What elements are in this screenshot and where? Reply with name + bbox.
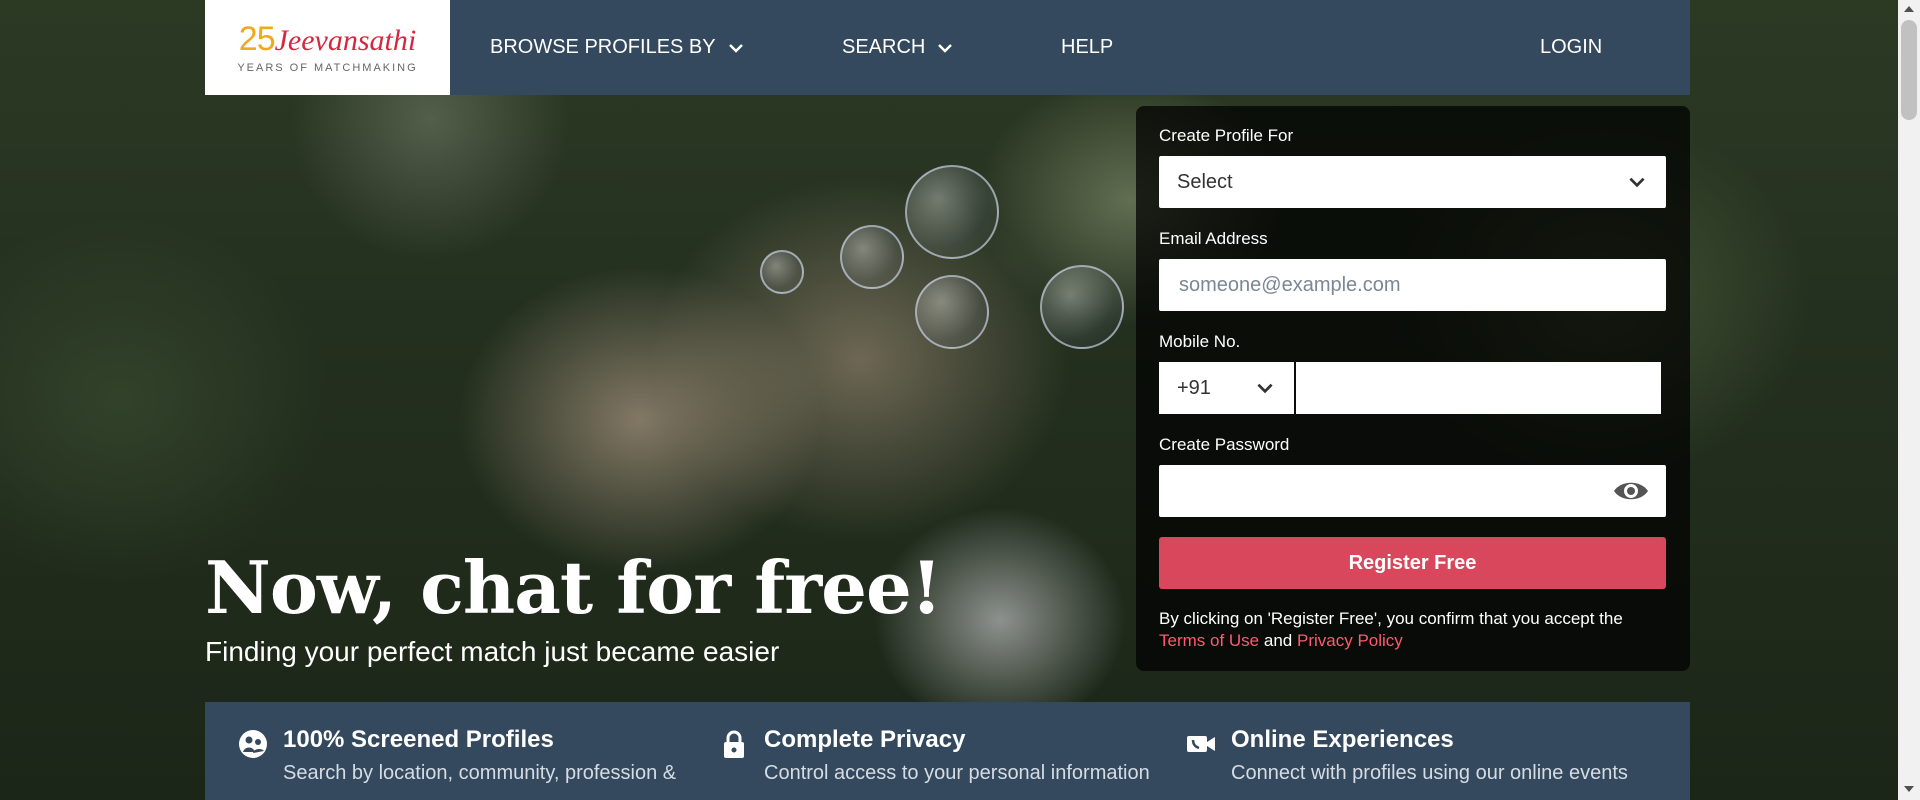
- feature-description: Search by location, community, professio…: [283, 762, 677, 784]
- country-code-select[interactable]: +91: [1159, 362, 1294, 414]
- profile-for-label: Create Profile For: [1159, 126, 1294, 145]
- bubble-decoration: [760, 250, 804, 294]
- lock-icon: [724, 730, 744, 758]
- mobile-number-field[interactable]: [1296, 362, 1661, 414]
- feature-description: Control access to your personal informat…: [764, 762, 1150, 784]
- screened-profiles-icon: [239, 730, 267, 758]
- feature-title: 100% Screened Profiles: [283, 726, 554, 753]
- feature-description: Connect with profiles using our online e…: [1231, 762, 1628, 784]
- chevron-down-icon: [1257, 383, 1273, 394]
- top-navigation-bar: 25 Jeevansathi YEARS OF MATCHMAKING BROW…: [205, 0, 1690, 95]
- feature-title: Online Experiences: [1231, 726, 1454, 753]
- nav-help[interactable]: HELP: [1061, 36, 1113, 59]
- email-field[interactable]: [1177, 272, 1648, 298]
- chevron-down-icon: [938, 43, 953, 53]
- mobile-label: Mobile No.: [1159, 332, 1241, 351]
- register-free-button[interactable]: Register Free: [1159, 537, 1666, 589]
- logo-wordmark: 25 Jeevansathi: [239, 22, 416, 56]
- feature-title: Complete Privacy: [764, 726, 966, 753]
- chevron-down-icon: [728, 43, 743, 53]
- chevron-down-icon: [1629, 177, 1645, 188]
- scroll-up-arrow-icon[interactable]: [1904, 6, 1914, 12]
- terms-of-use-link[interactable]: Terms of Use: [1159, 631, 1259, 650]
- nav-help-label: HELP: [1061, 36, 1114, 58]
- features-strip: 100% Screened Profiles Search by locatio…: [205, 702, 1690, 800]
- logo-number: 25: [238, 19, 276, 58]
- eye-icon[interactable]: [1612, 477, 1650, 505]
- email-label: Email Address: [1159, 229, 1268, 248]
- bubble-decoration: [915, 275, 989, 349]
- feature-online-experiences: Online Experiences Connect with profiles…: [1185, 726, 1631, 785]
- password-label: Create Password: [1159, 435, 1290, 454]
- password-field[interactable]: [1159, 465, 1666, 517]
- profile-for-select[interactable]: Select: [1159, 156, 1666, 208]
- privacy-policy-link[interactable]: Privacy Policy: [1297, 631, 1403, 650]
- site-logo[interactable]: 25 Jeevansathi YEARS OF MATCHMAKING: [205, 0, 450, 95]
- scroll-thumb[interactable]: [1901, 20, 1917, 120]
- feature-screened-profiles: 100% Screened Profiles Search by locatio…: [237, 726, 683, 785]
- consent-text: By clicking on 'Register Free', you conf…: [1159, 608, 1679, 652]
- bubble-decoration: [840, 225, 904, 289]
- consent-sentence: By clicking on 'Register Free', you conf…: [1159, 609, 1623, 628]
- nav-search[interactable]: SEARCH: [842, 36, 955, 59]
- nav-browse-profiles[interactable]: BROWSE PROFILES BY: [490, 36, 746, 59]
- bubble-decoration: [905, 165, 999, 259]
- country-code-value: +91: [1177, 376, 1211, 399]
- hero-subtitle: Finding your perfect match just became e…: [205, 636, 780, 667]
- profile-for-value: Select: [1177, 170, 1233, 193]
- scroll-down-arrow-icon[interactable]: [1904, 786, 1914, 792]
- bubble-decoration: [1040, 265, 1124, 349]
- nav-search-label: SEARCH: [842, 36, 926, 58]
- registration-form: Create Profile For Select Email Address …: [1136, 106, 1690, 671]
- logo-tagline: YEARS OF MATCHMAKING: [237, 61, 418, 74]
- nav-login[interactable]: LOGIN: [1540, 36, 1602, 59]
- consent-and: and: [1263, 631, 1293, 650]
- nav-login-label: LOGIN: [1540, 36, 1603, 58]
- email-field-container: [1159, 259, 1666, 311]
- hero-title: Now, chat for free!: [205, 545, 942, 630]
- logo-name: Jeevansathi: [274, 23, 417, 57]
- video-call-icon: [1187, 736, 1215, 752]
- feature-complete-privacy: Complete Privacy Control access to your …: [718, 726, 1164, 785]
- page-scrollbar[interactable]: [1898, 0, 1920, 800]
- nav-browse-label: BROWSE PROFILES BY: [490, 36, 716, 58]
